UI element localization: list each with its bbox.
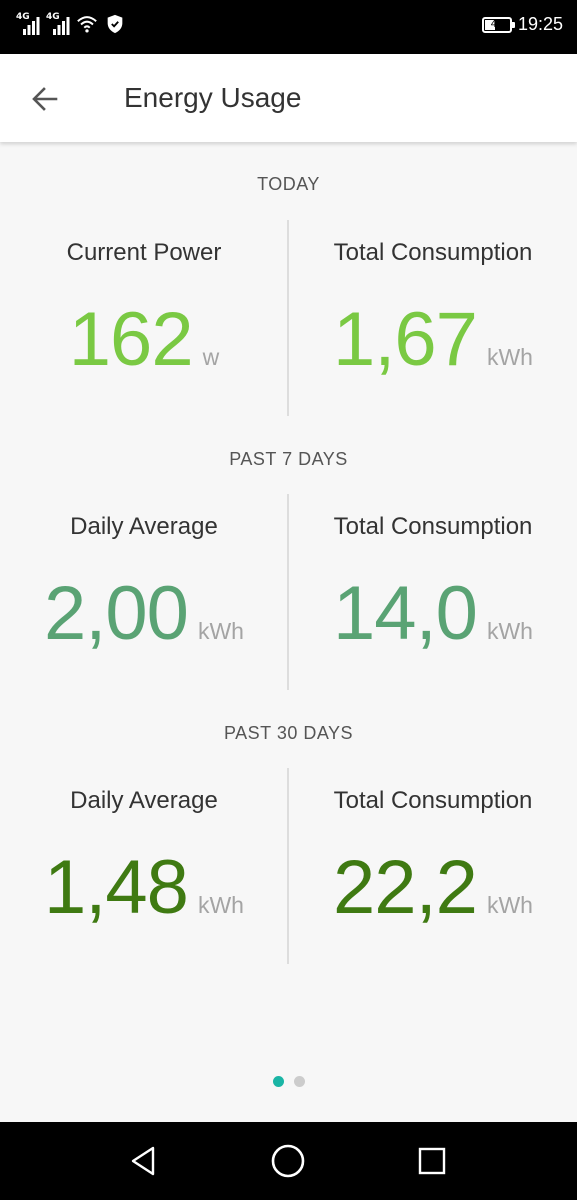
page-title: Energy Usage bbox=[124, 82, 302, 113]
metric-value: 2,00 bbox=[44, 571, 189, 656]
metric-value: 1,67 bbox=[333, 297, 478, 382]
wifi-icon bbox=[77, 16, 97, 33]
metric-unit: kWh bbox=[486, 618, 533, 644]
metric-value: 162 bbox=[68, 297, 194, 382]
metric-label-total-consumption-30d: Total Consumption bbox=[333, 787, 533, 814]
status-icons-right: 47 19:25 bbox=[481, 14, 563, 35]
shield-icon bbox=[107, 14, 123, 34]
page-dot[interactable] bbox=[272, 1076, 284, 1087]
battery-level: 47 bbox=[490, 18, 504, 30]
metric-value: 1,48 bbox=[44, 845, 189, 930]
metric-total-consumption-today: 1,67 kWh bbox=[289, 300, 577, 380]
clock: 19:25 bbox=[517, 14, 563, 34]
metric-daily-average-30d: 1,48 kWh bbox=[0, 848, 288, 928]
metric-unit: kWh bbox=[197, 892, 244, 918]
metric-total-consumption-7d: 14,0 kWh bbox=[289, 574, 577, 654]
metric-daily-average-7d: 2,00 kWh bbox=[0, 574, 288, 654]
navigation-bar bbox=[0, 1122, 577, 1200]
metric-unit: kWh bbox=[197, 618, 244, 644]
signal-icon: 4G bbox=[46, 13, 70, 35]
section-title-today: TODAY bbox=[257, 174, 320, 194]
metric-label-total-consumption-7d: Total Consumption bbox=[333, 513, 533, 540]
battery-icon: 47 bbox=[481, 16, 515, 33]
back-triangle-icon[interactable] bbox=[125, 1142, 163, 1180]
section-title-past-30-days: PAST 30 DAYS bbox=[223, 723, 354, 743]
page-dot[interactable] bbox=[293, 1076, 305, 1087]
metric-label-current-power: Current Power bbox=[66, 239, 222, 266]
metric-label-total-consumption-today: Total Consumption bbox=[333, 239, 533, 266]
metric-value: 22,2 bbox=[333, 845, 478, 930]
status-icons-left: 4G 4G bbox=[16, 13, 126, 35]
page-indicator bbox=[0, 1076, 577, 1087]
signal-icon: 4G bbox=[16, 13, 40, 35]
metric-unit: kWh bbox=[486, 344, 533, 370]
section-title-past-7-days: PAST 7 DAYS bbox=[229, 449, 348, 469]
metric-unit: kWh bbox=[486, 892, 533, 918]
metric-label-daily-average-7d: Daily Average bbox=[70, 513, 218, 540]
recents-square-icon[interactable] bbox=[413, 1142, 451, 1180]
arrow-left-icon[interactable] bbox=[26, 80, 64, 118]
metric-total-consumption-30d: 22,2 kWh bbox=[289, 848, 577, 928]
app-header: Energy Usage bbox=[0, 54, 577, 142]
metric-unit: w bbox=[202, 344, 220, 370]
metric-current-power: 162 w bbox=[0, 300, 288, 380]
home-circle-icon[interactable] bbox=[269, 1142, 307, 1180]
status-bar: 4G 4G 47 19:25 bbox=[0, 0, 577, 54]
metric-value: 14,0 bbox=[333, 571, 478, 656]
metric-label-daily-average-30d: Daily Average bbox=[70, 787, 218, 814]
